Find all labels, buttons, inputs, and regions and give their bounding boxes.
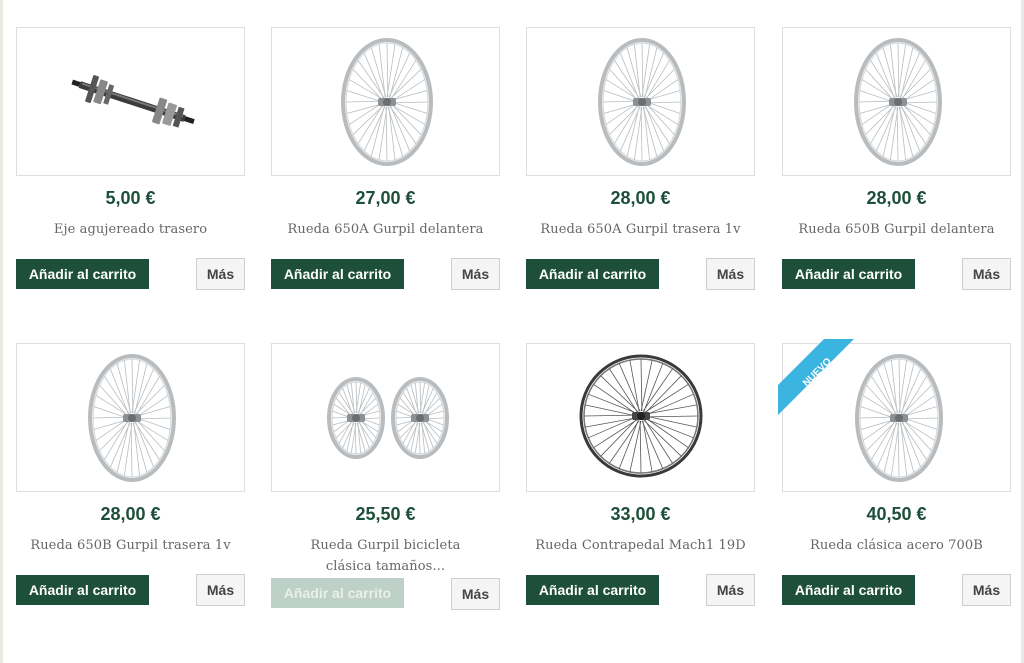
wheel-image [854,38,942,166]
product-image-link[interactable] [782,27,1011,176]
add-to-cart-button[interactable]: Añadir al carrito [782,259,915,289]
product-price: 28,00 € [866,188,927,208]
product-name[interactable]: Rueda 650B Gurpil delantera [782,219,1011,240]
product-price: 5,00 € [105,188,156,208]
product-name[interactable]: Rueda 650A Gurpil trasera 1v [526,219,755,240]
product-name[interactable]: Rueda 650B Gurpil trasera 1v [16,535,245,556]
more-button[interactable]: Más [451,578,500,610]
wheel-image [88,354,176,482]
more-button[interactable]: Más [706,258,755,290]
product-price: 27,00 € [355,188,416,208]
dark-wheel-image [579,354,703,478]
more-button[interactable]: Más [451,258,500,290]
product-name[interactable]: Rueda Contrapedal Mach1 19D [526,535,755,556]
wheel-image [341,38,433,166]
more-button[interactable]: Más [706,574,755,606]
wheel-image [598,38,686,166]
product-name[interactable]: Rueda clásica acero 700B [782,535,1011,556]
add-to-cart-button[interactable]: Añadir al carrito [16,575,149,605]
product-image-link[interactable] [16,27,245,176]
product-image-link[interactable] [271,343,500,492]
more-button[interactable]: Más [962,574,1011,606]
add-to-cart-button[interactable]: Añadir al carrito [16,259,149,289]
product-price: 28,00 € [100,504,161,524]
product-price: 28,00 € [610,188,671,208]
product-name[interactable]: Rueda Gurpil bicicleta clásica tamaños..… [291,535,480,577]
more-button[interactable]: Más [196,574,245,606]
product-image-link[interactable] [16,343,245,492]
add-to-cart-button[interactable]: Añadir al carrito [526,259,659,289]
product-price: 33,00 € [610,504,671,524]
axle-image [71,75,195,128]
product-image-link[interactable] [526,343,755,492]
product-name[interactable]: Eje agujereado trasero [16,219,245,240]
product-image-link[interactable] [271,27,500,176]
add-to-cart-button[interactable]: Añadir al carrito [782,575,915,605]
add-to-cart-button-disabled: Añadir al carrito [271,578,404,608]
more-button[interactable]: Más [196,258,245,290]
new-badge: NUEVO [778,339,858,419]
product-price: 25,50 € [355,504,416,524]
more-button[interactable]: Más [962,258,1011,290]
product-name[interactable]: Rueda 650A Gurpil delantera [271,219,500,240]
product-price: 40,50 € [866,504,927,524]
product-image-link[interactable] [526,27,755,176]
add-to-cart-button[interactable]: Añadir al carrito [526,575,659,605]
product-grid: 5,00 € Eje agujereado trasero Añadir al … [0,0,1024,663]
wheel-pair-image [327,377,449,459]
add-to-cart-button[interactable]: Añadir al carrito [271,259,404,289]
